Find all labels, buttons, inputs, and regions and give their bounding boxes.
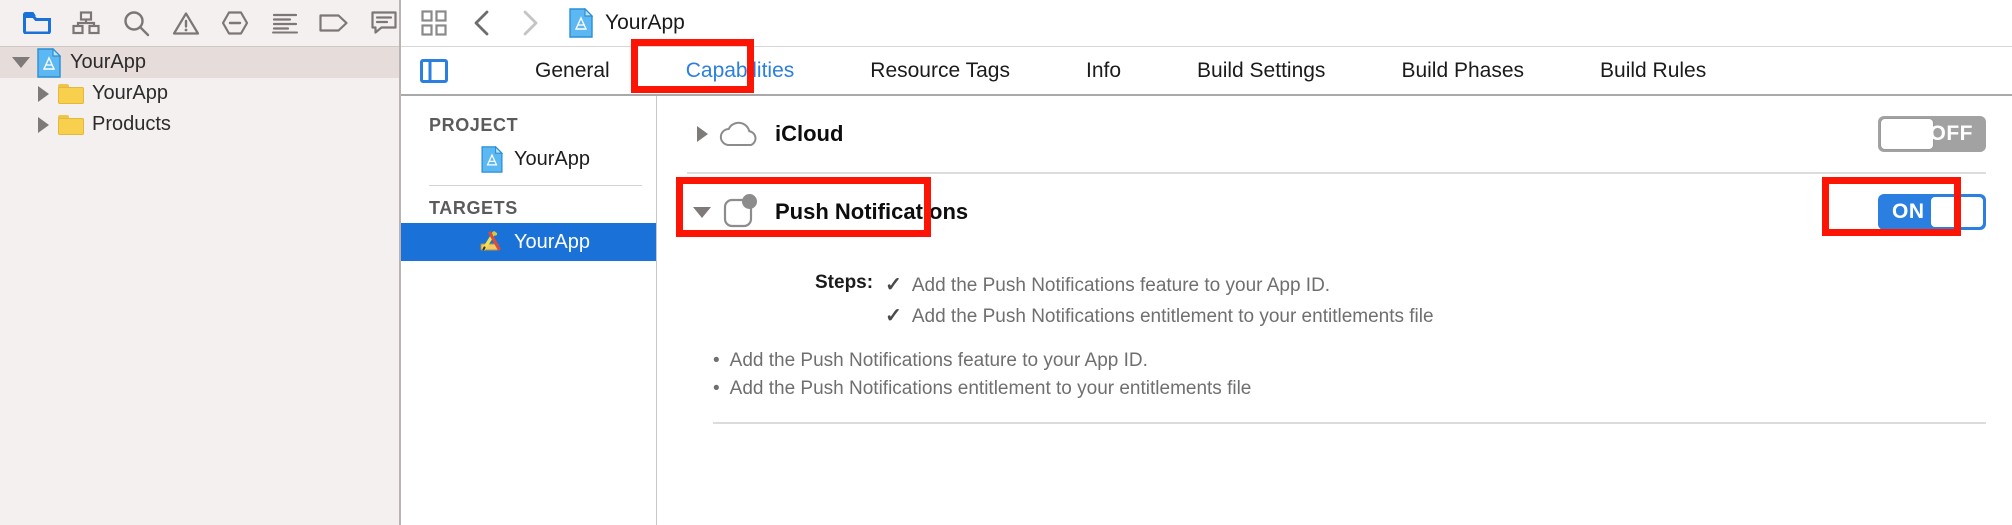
checkmark-icon: ✓ bbox=[885, 305, 902, 327]
tree-item-products-folder[interactable]: Products bbox=[0, 109, 399, 140]
step-item: ✓ Add the Push Notifications entitlement… bbox=[885, 303, 1434, 328]
disclosure-triangle-down-icon[interactable] bbox=[10, 57, 32, 68]
toggle-label: ON bbox=[1892, 200, 1925, 223]
tab-build-phases[interactable]: Build Phases bbox=[1389, 59, 1536, 83]
capabilities-pane: iCloud OFF Push Notifications ON Steps: … bbox=[657, 96, 2012, 525]
xcode-target-icon bbox=[479, 228, 505, 256]
capability-name: Push Notifications bbox=[775, 199, 969, 224]
tree-item-label: YourApp bbox=[92, 82, 168, 104]
tab-general[interactable]: General bbox=[523, 59, 622, 83]
cloud-icon bbox=[717, 111, 763, 157]
push-notifications-toggle[interactable]: ON bbox=[1878, 194, 1986, 230]
xcode-project-icon bbox=[569, 8, 593, 38]
step-item: ✓ Add the Push Notifications feature to … bbox=[885, 272, 1434, 297]
list-item: • Add the Push Notifications feature to … bbox=[713, 350, 1986, 372]
tree-item-yourapp-project[interactable]: YourApp bbox=[0, 47, 399, 78]
bullet-icon: • bbox=[713, 350, 720, 371]
disclosure-triangle-right-icon[interactable] bbox=[32, 85, 54, 102]
related-items-icon[interactable] bbox=[419, 8, 449, 38]
xcode-window: YourApp YourApp Products YourApp General… bbox=[0, 0, 2012, 525]
folder-icon bbox=[58, 111, 84, 139]
tab-list: General Capabilities Resource Tags Info … bbox=[457, 59, 2012, 83]
report-navigator-icon[interactable] bbox=[369, 8, 399, 38]
search-navigator-icon[interactable] bbox=[121, 8, 151, 38]
issue-navigator-icon[interactable] bbox=[171, 8, 201, 38]
folder-icon bbox=[58, 80, 84, 108]
project-targets-pane: PROJECT YourApp TARGETS YourApp bbox=[401, 96, 657, 525]
tab-capabilities[interactable]: Capabilities bbox=[674, 59, 807, 83]
xcode-project-icon bbox=[36, 47, 62, 78]
target-row-yourapp[interactable]: YourApp bbox=[401, 223, 656, 261]
section-divider bbox=[713, 422, 1986, 424]
project-row-yourapp[interactable]: YourApp bbox=[401, 140, 656, 178]
tab-build-rules[interactable]: Build Rules bbox=[1588, 59, 1718, 83]
capability-icloud-left: iCloud bbox=[687, 111, 843, 157]
project-row-label: YourApp bbox=[514, 147, 590, 170]
checkmark-icon: ✓ bbox=[885, 274, 902, 296]
disclosure-triangle-right-icon[interactable] bbox=[32, 116, 54, 133]
step-text: Add the Push Notifications feature to yo… bbox=[911, 275, 1331, 296]
step-text: Add the Push Notifications entitlement t… bbox=[911, 306, 1434, 327]
breadcrumb-label: YourApp bbox=[605, 11, 685, 34]
tab-resource-tags[interactable]: Resource Tags bbox=[858, 59, 1022, 83]
project-section-header: PROJECT bbox=[429, 114, 519, 135]
push-notifications-icon bbox=[717, 189, 763, 235]
editor-pane-toggle-icon[interactable] bbox=[411, 58, 457, 83]
debug-navigator-icon[interactable] bbox=[270, 8, 300, 38]
project-navigator-icon[interactable] bbox=[22, 8, 52, 38]
bullet-text: Add the Push Notifications feature to yo… bbox=[729, 350, 1148, 371]
toggle-knob bbox=[1880, 118, 1934, 150]
toggle-label: OFF bbox=[1929, 122, 1973, 145]
tab-build-settings[interactable]: Build Settings bbox=[1185, 59, 1337, 83]
push-steps-block: Steps: ✓ Add the Push Notifications feat… bbox=[687, 250, 1986, 334]
capability-row-push-notifications[interactable]: Push Notifications ON bbox=[687, 174, 1986, 250]
push-bullet-list: • Add the Push Notifications feature to … bbox=[687, 334, 1986, 424]
test-navigator-icon[interactable] bbox=[220, 8, 250, 38]
tree-item-label: YourApp bbox=[70, 51, 146, 73]
capability-name: iCloud bbox=[775, 121, 844, 146]
breakpoint-navigator-icon[interactable] bbox=[319, 8, 349, 38]
back-chevron-icon[interactable] bbox=[467, 8, 497, 38]
steps-label: Steps: bbox=[815, 272, 874, 293]
forward-chevron-icon[interactable] bbox=[515, 8, 545, 38]
bullet-text: Add the Push Notifications entitlement t… bbox=[729, 378, 1252, 399]
target-row-label: YourApp bbox=[514, 230, 590, 253]
editor-body: PROJECT YourApp TARGETS YourApp iCloud O… bbox=[401, 96, 2012, 525]
navigator-panel: YourApp YourApp Products bbox=[0, 0, 401, 525]
list-item: • Add the Push Notifications entitlement… bbox=[713, 378, 1986, 400]
bullet-icon: • bbox=[713, 378, 720, 399]
tree-item-yourapp-folder[interactable]: YourApp bbox=[0, 78, 399, 109]
capability-row-icloud[interactable]: iCloud OFF bbox=[687, 96, 1986, 172]
disclosure-triangle-down-icon[interactable] bbox=[687, 206, 717, 218]
symbol-navigator-icon[interactable] bbox=[72, 8, 102, 38]
breadcrumb-bar: YourApp bbox=[401, 0, 2012, 47]
capability-push-left: Push Notifications bbox=[687, 189, 968, 235]
navigator-toolbar bbox=[0, 0, 399, 47]
editor-area: YourApp General Capabilities Resource Ta… bbox=[401, 0, 2012, 525]
steps-list: ✓ Add the Push Notifications feature to … bbox=[885, 272, 1434, 334]
targets-section-header: TARGETS bbox=[429, 197, 518, 218]
project-tree: YourApp YourApp Products bbox=[0, 47, 399, 525]
breadcrumb[interactable]: YourApp bbox=[569, 8, 685, 38]
disclosure-triangle-right-icon[interactable] bbox=[687, 126, 717, 142]
toggle-knob bbox=[1930, 196, 1984, 228]
tab-info[interactable]: Info bbox=[1074, 59, 1133, 83]
icloud-toggle[interactable]: OFF bbox=[1878, 116, 1986, 152]
pane-divider bbox=[429, 185, 642, 186]
tree-item-label: Products bbox=[92, 113, 171, 135]
xcode-project-icon bbox=[479, 145, 505, 173]
editor-tab-bar: General Capabilities Resource Tags Info … bbox=[401, 47, 2012, 96]
